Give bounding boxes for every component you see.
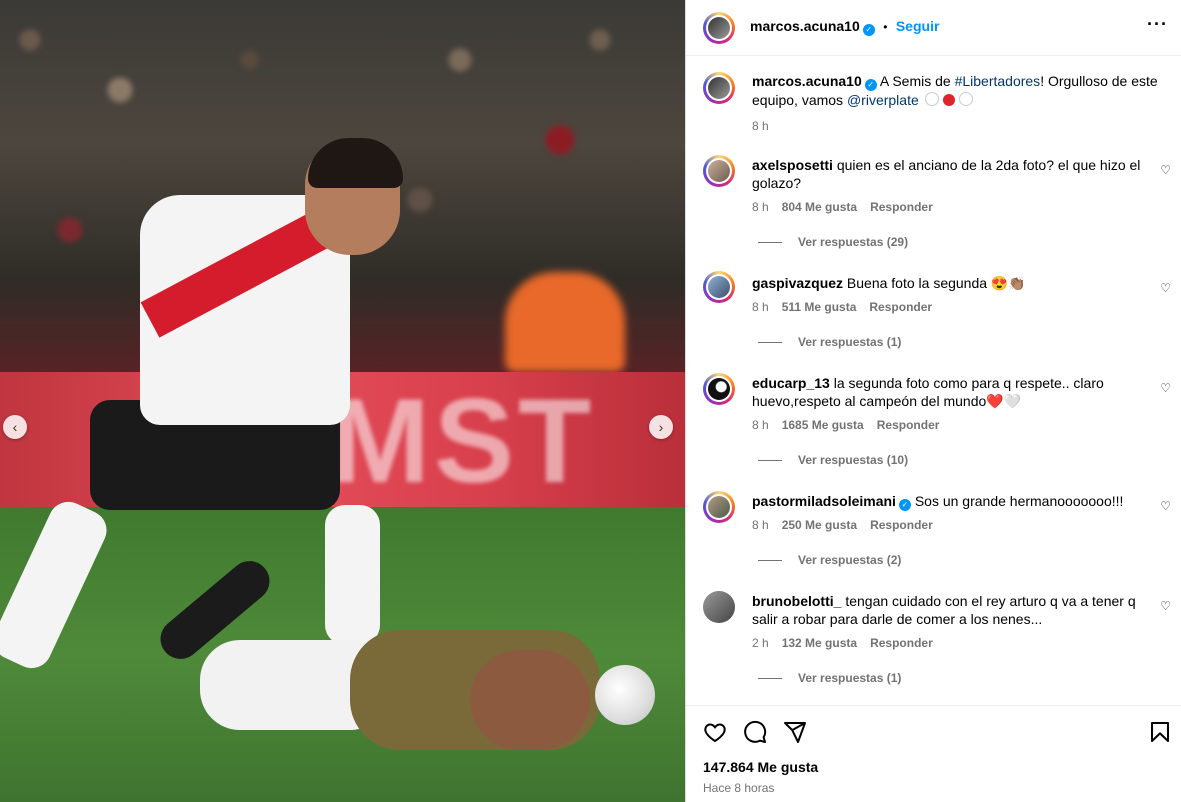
separator-dot: • — [883, 20, 888, 34]
more-options-icon[interactable]: ··· — [1147, 14, 1168, 35]
author-username[interactable]: marcos.acuna10 — [750, 18, 860, 34]
post-photo[interactable]: MST ‹ › — [0, 0, 685, 802]
comment-time[interactable]: 2 h — [752, 636, 769, 650]
view-replies-button[interactable]: Ver respuestas (29) — [758, 235, 908, 249]
chevron-left-icon[interactable]: ‹ — [3, 415, 27, 439]
comment-username[interactable]: educarp_13 — [752, 375, 830, 391]
comment-likes[interactable]: 1685 Me gusta — [782, 418, 864, 432]
comment-meta: 2 h 132 Me gusta Responder — [752, 636, 946, 650]
chevron-right-icon[interactable]: › — [649, 415, 673, 439]
view-replies-button[interactable]: Ver respuestas (1) — [758, 671, 901, 685]
avatar[interactable] — [703, 271, 735, 303]
comment-meta: 8 h 250 Me gusta Responder — [752, 518, 946, 532]
view-replies-button[interactable]: Ver respuestas (1) — [758, 335, 901, 349]
avatar[interactable] — [703, 491, 735, 523]
post-caption: marcos.acuna10 ✓ A Semis de #Libertadores… — [752, 72, 1162, 135]
view-replies-label: Ver respuestas (29) — [798, 235, 909, 249]
comment-meta: 8 h 804 Me gusta Responder — [752, 200, 946, 214]
comment-time[interactable]: 8 h — [752, 300, 769, 314]
verified-icon: ✓ — [862, 24, 875, 36]
comment-username[interactable]: axelsposetti — [752, 157, 833, 173]
heart-icon[interactable]: ♡ — [1160, 499, 1171, 513]
comment-likes[interactable]: 132 Me gusta — [782, 636, 857, 650]
comment-meta: 8 h 511 Me gusta Responder — [752, 300, 945, 314]
view-replies-label: Ver respuestas (1) — [798, 671, 902, 685]
white-circle-icon — [924, 92, 939, 106]
post-side-panel: marcos.acuna10 ✓ • Seguir ··· marcos.acun… — [685, 0, 1181, 802]
orange-fan — [505, 272, 625, 372]
comment-username[interactable]: pastormiladsoleimani — [752, 493, 896, 509]
verified-icon: ✓ — [864, 79, 877, 91]
banner-text: MST — [330, 374, 596, 508]
post-timestamp[interactable]: Hace 8 horas — [703, 781, 774, 795]
comment: pastormiladsoleimani ✓ Sos un grande herm… — [752, 492, 1152, 511]
reply-button[interactable]: Responder — [870, 636, 933, 650]
reply-button[interactable]: Responder — [870, 518, 933, 532]
avatar[interactable] — [703, 12, 735, 44]
red-circle-icon — [942, 94, 955, 106]
verified-icon: ✓ — [898, 499, 911, 511]
caption-text: A Semis de — [879, 73, 955, 89]
view-replies-button[interactable]: Ver respuestas (10) — [758, 453, 908, 467]
player-leg — [325, 505, 380, 645]
heart-icon[interactable]: ♡ — [1160, 163, 1171, 177]
avatar[interactable] — [703, 373, 735, 405]
heart-icon[interactable]: ♡ — [1160, 281, 1171, 295]
view-replies-label: Ver respuestas (2) — [798, 553, 902, 567]
comment-username[interactable]: gaspivazquez — [752, 275, 843, 291]
comment-time[interactable]: 8 h — [752, 418, 769, 432]
avatar[interactable] — [703, 72, 735, 104]
comment-likes[interactable]: 250 Me gusta — [782, 518, 857, 532]
view-replies-label: Ver respuestas (10) — [798, 453, 909, 467]
reply-button[interactable]: Responder — [877, 418, 940, 432]
avatar[interactable] — [703, 591, 735, 623]
likes-count[interactable]: 147.864 Me gusta — [703, 759, 818, 775]
hashtag-link[interactable]: #Libertadores — [955, 73, 1041, 89]
caption-username[interactable]: marcos.acuna10 — [752, 73, 862, 89]
heart-icon[interactable]: ♡ — [1160, 599, 1171, 613]
avatar[interactable] — [703, 155, 735, 187]
comment: brunobelotti_ tengan cuidado con el rey … — [752, 592, 1152, 628]
comment-time[interactable]: 8 h — [752, 200, 769, 214]
comment-icon[interactable] — [743, 720, 767, 744]
mention-link[interactable]: @riverplate — [847, 92, 919, 108]
comment-likes[interactable]: 511 Me gusta — [782, 300, 857, 314]
caption-time[interactable]: 8 h — [752, 117, 1162, 135]
bookmark-icon[interactable] — [1148, 720, 1172, 744]
white-circle-icon — [958, 92, 973, 106]
view-replies-button[interactable]: Ver respuestas (2) — [758, 553, 901, 567]
comment-likes[interactable]: 804 Me gusta — [782, 200, 857, 214]
comment-text: Sos un grande hermanooooooo!!! — [914, 493, 1124, 509]
reply-button[interactable]: Responder — [870, 200, 933, 214]
comment-text: Buena foto la segunda 😍👏🏽 — [846, 275, 1026, 291]
comment-time[interactable]: 8 h — [752, 518, 769, 532]
post-header: marcos.acuna10 ✓ • Seguir ··· — [686, 0, 1181, 56]
fallen-player-head — [470, 650, 590, 750]
reply-button[interactable]: Responder — [869, 300, 932, 314]
football — [595, 665, 655, 725]
comment: gaspivazquez Buena foto la segunda 😍👏🏽 — [752, 274, 1152, 292]
comment: axelsposetti quien es el anciano de la 2… — [752, 156, 1152, 192]
comment-username[interactable]: brunobelotti_ — [752, 593, 841, 609]
heart-icon[interactable] — [703, 720, 727, 744]
comment: educarp_13 la segunda foto como para q r… — [752, 374, 1152, 410]
heart-icon[interactable]: ♡ — [1160, 381, 1171, 395]
view-replies-label: Ver respuestas (1) — [798, 335, 902, 349]
follow-button[interactable]: Seguir — [896, 18, 940, 34]
comment-meta: 8 h 1685 Me gusta Responder — [752, 418, 952, 432]
post-actions: 147.864 Me gusta Hace 8 horas — [686, 705, 1181, 802]
share-icon[interactable] — [783, 720, 807, 744]
